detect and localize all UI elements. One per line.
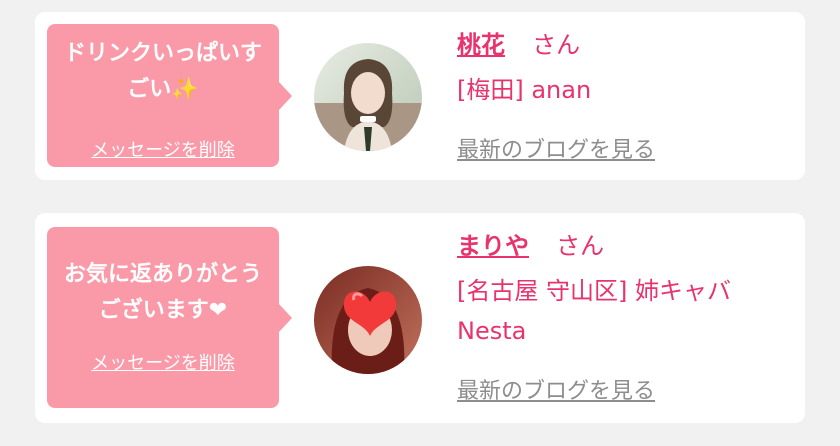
cast-name-link[interactable]: 桃花 <box>457 31 505 59</box>
message-card: お気に返ありがとうございます❤ メッセージを削除 まりや さん [名古屋 守山区… <box>35 213 805 423</box>
delete-message-link[interactable]: メッセージを削除 <box>47 136 279 162</box>
shop-name: [梅田] anan <box>457 76 592 104</box>
message-bubble: お気に返ありがとうございます❤ メッセージを削除 <box>47 227 292 408</box>
latest-blog-link[interactable]: 最新のブログを見る <box>457 373 655 405</box>
message-card: ドリンクいっぱいすごい✨ メッセージを削除 桃花 さん [梅田] anan 最新… <box>35 12 805 180</box>
cast-name-link[interactable]: まりや <box>457 232 529 260</box>
shop-name: [名古屋 守山区] 姉キャバNesta <box>457 277 731 345</box>
cast-info: 桃花 さん [梅田] anan 最新のブログを見る <box>457 28 795 163</box>
honorific: さん <box>556 232 605 260</box>
avatar[interactable] <box>314 266 422 374</box>
latest-blog-link[interactable]: 最新のブログを見る <box>457 132 655 164</box>
honorific: さん <box>532 31 581 59</box>
message-text: ドリンクいっぱいすごい✨ <box>63 41 262 102</box>
cast-info: まりや さん [名古屋 守山区] 姉キャバNesta 最新のブログを見る <box>457 229 795 404</box>
message-list: ドリンクいっぱいすごい✨ メッセージを削除 桃花 さん [梅田] anan 最新… <box>0 0 840 446</box>
message-text: お気に返ありがとうございます❤ <box>63 262 262 323</box>
message-bubble: ドリンクいっぱいすごい✨ メッセージを削除 <box>47 24 292 167</box>
delete-message-link[interactable]: メッセージを削除 <box>47 349 279 375</box>
avatar[interactable] <box>314 43 422 151</box>
